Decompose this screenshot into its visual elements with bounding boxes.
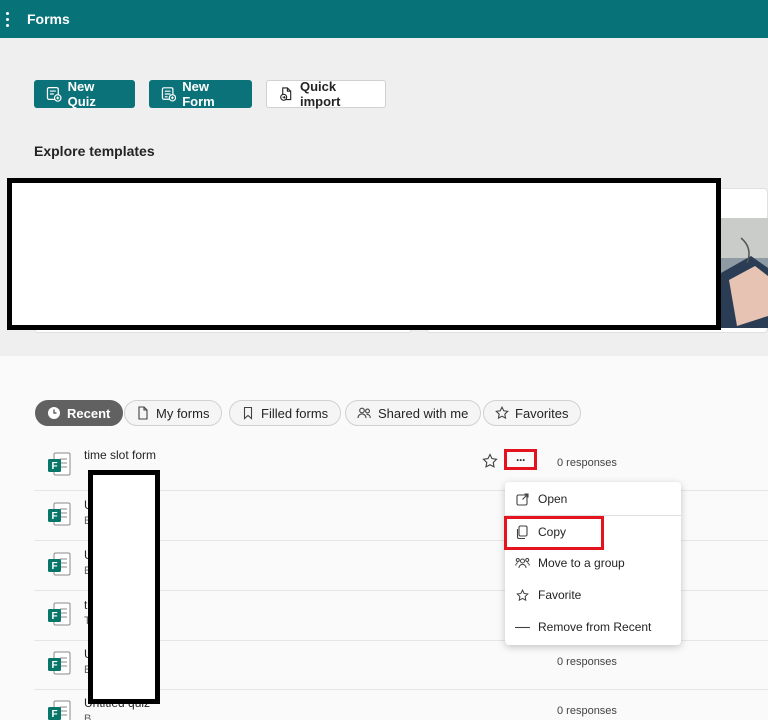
filter-label: Favorites <box>515 405 569 421</box>
svg-text:F: F <box>51 461 57 472</box>
responses-count: 0 responses <box>557 656 617 668</box>
filter-filled-forms[interactable]: Filled forms <box>229 400 342 426</box>
filter-label: Recent <box>67 405 111 421</box>
new-quiz-button[interactable]: New Quiz <box>34 79 135 109</box>
app-title[interactable]: Forms <box>27 11 70 27</box>
forms-file-icon: F <box>48 651 71 675</box>
group-icon <box>514 555 530 571</box>
forms-file-icon: F <box>48 602 71 626</box>
menu-item-remove-from-recent[interactable]: Remove from Recent <box>505 612 681 642</box>
forms-file-icon: F <box>48 502 71 526</box>
svg-text:F: F <box>51 511 57 522</box>
svg-text:F: F <box>51 709 57 720</box>
create-section: New Quiz New Form Quick import Explore t… <box>0 38 768 356</box>
star-icon <box>495 406 509 420</box>
filter-label: My forms <box>156 405 210 421</box>
svg-text:F: F <box>51 561 57 572</box>
filter-recent[interactable]: Recent <box>35 400 124 426</box>
form-subtitle: B <box>84 713 92 720</box>
favorite-star-icon[interactable] <box>482 453 498 469</box>
menu-item-label: Move to a group <box>538 556 625 570</box>
menu-item-favorite[interactable]: Favorite <box>505 580 681 610</box>
open-external-icon <box>514 491 530 507</box>
import-icon <box>280 87 292 101</box>
responses-count: 0 responses <box>557 457 617 469</box>
minus-icon <box>514 619 530 635</box>
form-title[interactable]: time slot form <box>84 448 156 462</box>
menu-item-label: Remove from Recent <box>538 620 652 634</box>
more-options-button[interactable]: ··· <box>504 449 537 470</box>
star-icon <box>514 587 530 603</box>
forms-file-icon: F <box>48 552 71 576</box>
template-thumbnail-image <box>721 218 768 328</box>
people-icon <box>357 407 371 419</box>
app-launcher-icon[interactable] <box>0 0 14 38</box>
menu-item-label: Open <box>538 492 568 506</box>
app-header: Forms <box>0 0 768 38</box>
copy-highlight-box <box>504 516 604 550</box>
forms-file-icon: F <box>48 700 71 720</box>
more-options-menu: Open Copy Move to a group Favorite Remov… <box>505 482 681 645</box>
menu-item-label: Favorite <box>538 588 582 602</box>
quick-import-button[interactable]: Quick import <box>266 79 386 109</box>
filter-shared-with-me[interactable]: Shared with me <box>345 400 482 426</box>
redacted-area <box>7 178 721 330</box>
menu-item-move-to-group[interactable]: Move to a group <box>505 548 681 578</box>
svg-text:F: F <box>51 611 57 622</box>
clock-icon <box>48 407 60 419</box>
new-form-label: New Form <box>182 79 215 109</box>
responses-count: 0 responses <box>557 705 617 717</box>
new-quiz-icon <box>46 86 62 102</box>
redacted-area <box>88 470 160 704</box>
filter-my-forms[interactable]: My forms <box>124 400 223 426</box>
menu-item-open[interactable]: Open <box>505 484 681 514</box>
filter-label: Filled forms <box>261 405 329 421</box>
document-icon <box>138 406 148 420</box>
quick-import-label: Quick import <box>299 79 341 109</box>
bookmark-icon <box>243 406 253 420</box>
new-form-button[interactable]: New Form <box>149 79 252 109</box>
new-form-icon <box>161 87 177 102</box>
new-quiz-label: New Quiz <box>67 79 96 109</box>
filter-label: Shared with me <box>378 405 469 421</box>
svg-text:F: F <box>51 660 57 671</box>
forms-file-icon: F <box>48 452 71 476</box>
explore-templates-heading: Explore templates <box>34 143 155 159</box>
filter-favorites[interactable]: Favorites <box>483 400 582 426</box>
